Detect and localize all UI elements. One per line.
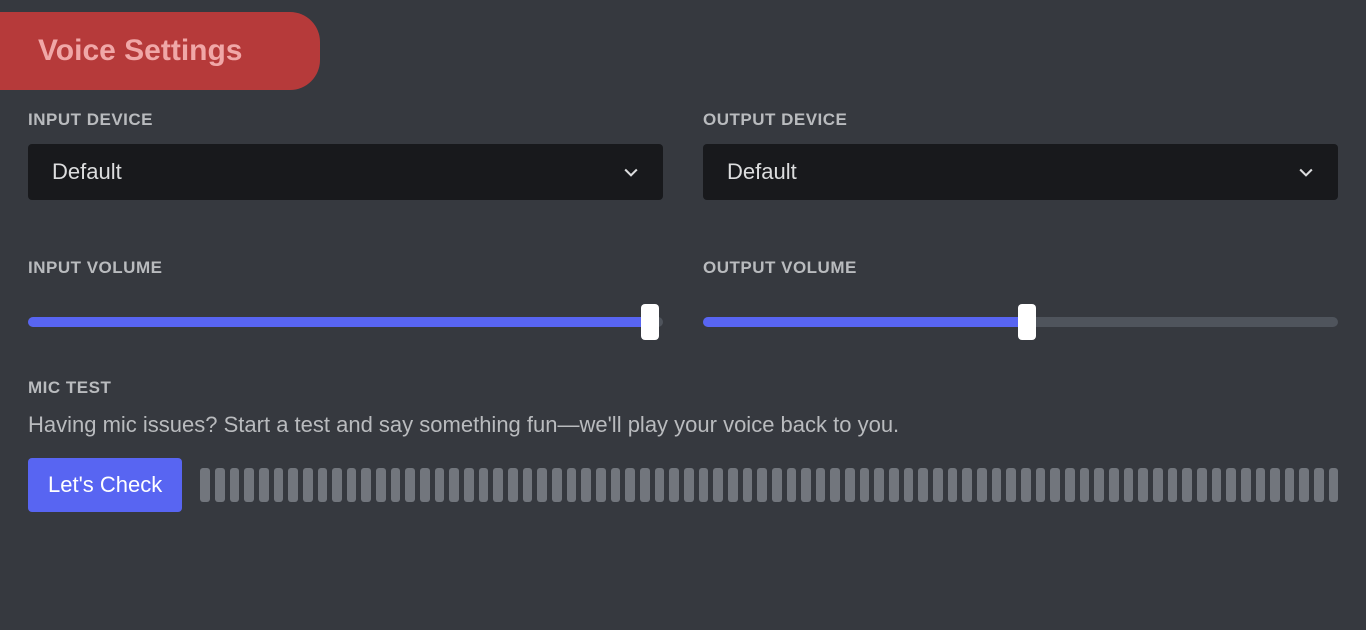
meter-bar	[1065, 468, 1075, 502]
meter-bar	[567, 468, 577, 502]
meter-bar	[1256, 468, 1266, 502]
meter-bar	[904, 468, 914, 502]
meter-bar	[581, 468, 591, 502]
meter-bar	[230, 468, 240, 502]
meter-bar	[1094, 468, 1104, 502]
meter-bar	[1285, 468, 1295, 502]
meter-bar	[449, 468, 459, 502]
meter-bar	[1124, 468, 1134, 502]
meter-bar	[376, 468, 386, 502]
meter-bar	[1314, 468, 1324, 502]
meter-bar	[274, 468, 284, 502]
meter-bar	[1153, 468, 1163, 502]
meter-bar	[874, 468, 884, 502]
meter-bar	[787, 468, 797, 502]
meter-bar	[435, 468, 445, 502]
meter-bar	[713, 468, 723, 502]
meter-bar	[493, 468, 503, 502]
meter-bar	[1006, 468, 1016, 502]
output-device-value: Default	[727, 159, 797, 185]
meter-bar	[699, 468, 709, 502]
meter-bar	[200, 468, 210, 502]
input-device-select[interactable]: Default	[28, 144, 663, 200]
meter-bar	[523, 468, 533, 502]
meter-bar	[552, 468, 562, 502]
meter-bar	[669, 468, 679, 502]
meter-bar	[1138, 468, 1148, 502]
meter-bar	[215, 468, 225, 502]
output-device-select[interactable]: Default	[703, 144, 1338, 200]
meter-bar	[948, 468, 958, 502]
meter-bar	[728, 468, 738, 502]
meter-bar	[1021, 468, 1031, 502]
meter-bar	[1212, 468, 1222, 502]
meter-bar	[420, 468, 430, 502]
meter-bar	[757, 468, 767, 502]
meter-bar	[1036, 468, 1046, 502]
meter-bar	[655, 468, 665, 502]
meter-bar	[830, 468, 840, 502]
meter-bar	[1168, 468, 1178, 502]
lets-check-button[interactable]: Let's Check	[28, 458, 182, 512]
meter-bar	[1050, 468, 1060, 502]
meter-bar	[933, 468, 943, 502]
meter-bar	[318, 468, 328, 502]
meter-bar	[405, 468, 415, 502]
meter-bar	[391, 468, 401, 502]
meter-bar	[1109, 468, 1119, 502]
mic-test-description: Having mic issues? Start a test and say …	[28, 412, 1338, 438]
meter-bar	[1182, 468, 1192, 502]
meter-bar	[537, 468, 547, 502]
output-volume-label: OUTPUT VOLUME	[703, 258, 1338, 278]
meter-bar	[1270, 468, 1280, 502]
meter-bar	[347, 468, 357, 502]
meter-bar	[801, 468, 811, 502]
meter-bar	[1226, 468, 1236, 502]
mic-level-meter	[200, 468, 1338, 502]
meter-bar	[361, 468, 371, 502]
meter-bar	[918, 468, 928, 502]
meter-bar	[860, 468, 870, 502]
meter-bar	[596, 468, 606, 502]
meter-bar	[479, 468, 489, 502]
meter-bar	[303, 468, 313, 502]
slider-fill	[703, 317, 1027, 327]
meter-bar	[816, 468, 826, 502]
meter-bar	[1241, 468, 1251, 502]
meter-bar	[684, 468, 694, 502]
meter-bar	[332, 468, 342, 502]
input-device-value: Default	[52, 159, 122, 185]
slider-fill	[28, 317, 650, 327]
chevron-down-icon	[1296, 162, 1316, 182]
meter-bar	[640, 468, 650, 502]
meter-bar	[1299, 468, 1309, 502]
input-device-label: INPUT DEVICE	[28, 110, 663, 130]
meter-bar	[845, 468, 855, 502]
slider-thumb[interactable]	[641, 304, 659, 340]
meter-bar	[889, 468, 899, 502]
output-device-label: OUTPUT DEVICE	[703, 110, 1338, 130]
meter-bar	[508, 468, 518, 502]
meter-bar	[244, 468, 254, 502]
meter-bar	[1080, 468, 1090, 502]
meter-bar	[743, 468, 753, 502]
meter-bar	[772, 468, 782, 502]
meter-bar	[977, 468, 987, 502]
meter-bar	[1197, 468, 1207, 502]
meter-bar	[259, 468, 269, 502]
slider-thumb[interactable]	[1018, 304, 1036, 340]
chevron-down-icon	[621, 162, 641, 182]
meter-bar	[464, 468, 474, 502]
meter-bar	[1329, 468, 1339, 502]
meter-bar	[611, 468, 621, 502]
meter-bar	[288, 468, 298, 502]
output-volume-slider[interactable]	[703, 310, 1338, 334]
meter-bar	[992, 468, 1002, 502]
input-volume-slider[interactable]	[28, 310, 663, 334]
input-volume-label: INPUT VOLUME	[28, 258, 663, 278]
mic-test-label: MIC TEST	[28, 378, 1338, 398]
page-title: Voice Settings	[0, 12, 320, 90]
meter-bar	[625, 468, 635, 502]
meter-bar	[962, 468, 972, 502]
